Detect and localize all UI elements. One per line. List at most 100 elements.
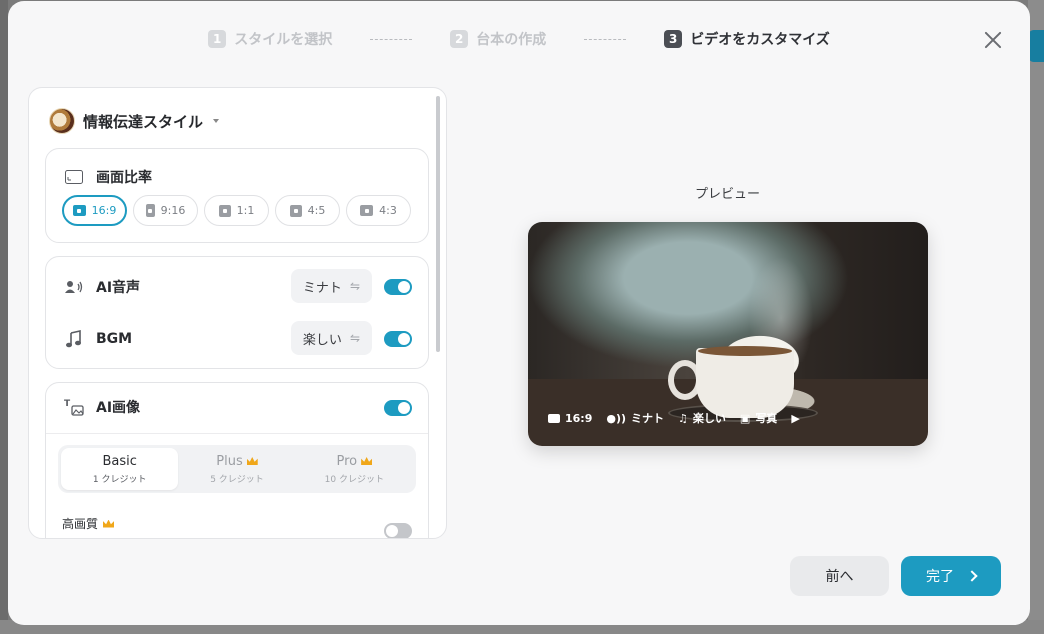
tier-credits: 5 クレジット bbox=[210, 474, 264, 485]
tier-name-text: Basic bbox=[102, 453, 137, 469]
swap-icon: ⇋ bbox=[349, 279, 360, 293]
tier-name-text: Pro bbox=[336, 453, 358, 469]
step-label: ビデオをカスタマイズ bbox=[690, 32, 830, 48]
ratio-1-1-icon bbox=[218, 204, 231, 217]
aspect-ratio-label: 画面比率 bbox=[96, 170, 152, 186]
done-button[interactable]: 完了 bbox=[901, 556, 1001, 596]
style-avatar bbox=[49, 108, 75, 134]
aspect-ratio-icon bbox=[64, 167, 84, 187]
crown-icon bbox=[361, 457, 373, 465]
tier-basic[interactable]: Basic 1 クレジット bbox=[61, 448, 179, 490]
play-icon: ▶ bbox=[791, 411, 800, 425]
step-number: 1 bbox=[208, 30, 227, 48]
ratio-option-4-3[interactable]: 4:3 bbox=[346, 195, 411, 226]
step-label: 台本の作成 bbox=[476, 32, 547, 48]
ai-image-card: T AI画像 Basic 1 クレジット Plus 5 クレジット Pro 10… bbox=[45, 382, 429, 538]
step-separator bbox=[584, 38, 627, 40]
card-divider bbox=[46, 433, 428, 434]
preview-label: プレビュー bbox=[695, 187, 761, 202]
preview-voice: ●)) ミナト bbox=[606, 410, 664, 426]
ratio-option-1-1[interactable]: 1:1 bbox=[204, 195, 269, 226]
tier-plus[interactable]: Plus 5 クレジット bbox=[178, 448, 295, 490]
preview-video: 16:9 ●)) ミナト ♫ 楽しい ▣ 写真 ▶ bbox=[528, 222, 928, 446]
high-quality-label: 高画質 bbox=[62, 517, 99, 531]
done-button-label: 完了 bbox=[926, 569, 954, 585]
ratio-option-4-5[interactable]: 4:5 bbox=[275, 195, 340, 226]
ratio-option-16-9[interactable]: 16:9 bbox=[62, 195, 127, 226]
background-strip-right bbox=[1028, 0, 1044, 634]
ratio-option-label: 16:9 bbox=[91, 204, 117, 217]
ai-image-header: T AI画像 bbox=[64, 397, 140, 417]
background-button bbox=[1028, 30, 1044, 62]
ratio-option-9-16[interactable]: 9:16 bbox=[133, 195, 198, 226]
voice-value: ミナト bbox=[302, 280, 342, 296]
ai-voice-label: AI音声 bbox=[96, 280, 141, 296]
ratio-icon bbox=[548, 413, 560, 423]
stepper: 1 スタイルを選択 2 台本の作成 3 ビデオをカスタマイズ bbox=[8, 27, 1030, 51]
preview-ratio: 16:9 bbox=[548, 412, 592, 425]
voice-toggle[interactable] bbox=[384, 279, 412, 295]
ratio-options: 16:9 9:16 1:1 4:5 4:3 bbox=[62, 195, 411, 226]
svg-text:T: T bbox=[64, 399, 71, 409]
ai-image-toggle[interactable] bbox=[384, 400, 412, 416]
ratio-option-label: 1:1 bbox=[236, 204, 255, 217]
aspect-ratio-header: 画面比率 bbox=[64, 167, 152, 187]
bgm-select[interactable]: 楽しい ⇋ bbox=[290, 321, 372, 355]
step-select-style: 1 スタイルを選択 bbox=[208, 29, 332, 49]
voice-icon: ●)) bbox=[606, 411, 627, 425]
ratio-4-3-icon bbox=[360, 205, 374, 216]
crown-icon bbox=[246, 457, 258, 465]
previous-button-label: 前へ bbox=[825, 569, 854, 585]
close-button[interactable] bbox=[982, 29, 1004, 51]
step-separator bbox=[370, 38, 413, 40]
preview-coffee bbox=[698, 346, 792, 356]
step-customize-video: 3 ビデオをカスタマイズ bbox=[664, 29, 830, 49]
swap-icon: ⇋ bbox=[349, 331, 360, 345]
step-label: スタイルを選択 bbox=[234, 32, 333, 48]
preview-cup bbox=[696, 348, 794, 418]
tier-name: Basic bbox=[102, 454, 136, 469]
ai-image-label: AI画像 bbox=[96, 400, 141, 416]
ai-image-icon: T bbox=[64, 397, 84, 417]
background-strip-left bbox=[0, 0, 8, 634]
caret-down-icon bbox=[213, 119, 220, 123]
high-quality-row: 高画質 bbox=[62, 515, 115, 532]
voice-select[interactable]: ミナト ⇋ bbox=[290, 269, 372, 303]
preview-media-value: 写真 bbox=[755, 412, 778, 425]
previous-button[interactable]: 前へ bbox=[790, 556, 889, 596]
tier-pro[interactable]: Pro 10 クレジット bbox=[296, 448, 413, 490]
audio-card: AI音声 ミナト ⇋ BGM 楽しい ⇋ bbox=[45, 256, 429, 369]
aspect-ratio-card: 画面比率 16:9 9:16 1:1 4:5 4:3 bbox=[45, 148, 429, 243]
step-create-script: 2 台本の作成 bbox=[450, 29, 546, 49]
voice-icon bbox=[64, 277, 84, 297]
panel-scrollbar[interactable] bbox=[436, 96, 440, 352]
image-quality-tiers: Basic 1 クレジット Plus 5 クレジット Pro 10 クレジット bbox=[58, 445, 416, 493]
tier-name: Pro bbox=[337, 454, 373, 469]
tier-name: Plus bbox=[216, 453, 258, 469]
settings-panel: 情報伝達スタイル 画面比率 16:9 9:16 1:1 4:5 4:3 AI音声… bbox=[28, 87, 447, 539]
tier-name-text: Plus bbox=[216, 453, 243, 469]
ai-voice-header: AI音声 bbox=[64, 277, 140, 297]
bgm-label: BGM bbox=[96, 331, 133, 347]
music-note-icon bbox=[64, 329, 84, 349]
preview-media: ▣ 写真 bbox=[740, 410, 777, 426]
ratio-9-16-icon bbox=[145, 204, 155, 217]
high-quality-toggle[interactable] bbox=[384, 523, 412, 538]
style-name: 情報伝達スタイル bbox=[83, 112, 204, 131]
image-icon: ▣ bbox=[739, 411, 751, 425]
ratio-16-9-icon bbox=[72, 205, 86, 216]
preview-voice-value: ミナト bbox=[631, 412, 665, 425]
tier-credits: 1 クレジット bbox=[92, 474, 147, 485]
preview-bgm: ♫ 楽しい bbox=[678, 410, 726, 426]
ratio-option-label: 9:16 bbox=[160, 204, 186, 217]
style-selector[interactable]: 情報伝達スタイル bbox=[49, 108, 220, 134]
bgm-toggle[interactable] bbox=[384, 331, 412, 347]
bgm-header: BGM bbox=[64, 329, 132, 349]
preview-play: ▶ bbox=[791, 412, 799, 425]
crown-icon bbox=[103, 519, 115, 528]
step-number: 3 bbox=[664, 30, 683, 48]
music-note-icon: ♫ bbox=[678, 411, 688, 425]
chevron-right-icon bbox=[966, 570, 978, 582]
ratio-4-5-icon bbox=[289, 204, 302, 217]
step-number: 2 bbox=[450, 30, 469, 48]
